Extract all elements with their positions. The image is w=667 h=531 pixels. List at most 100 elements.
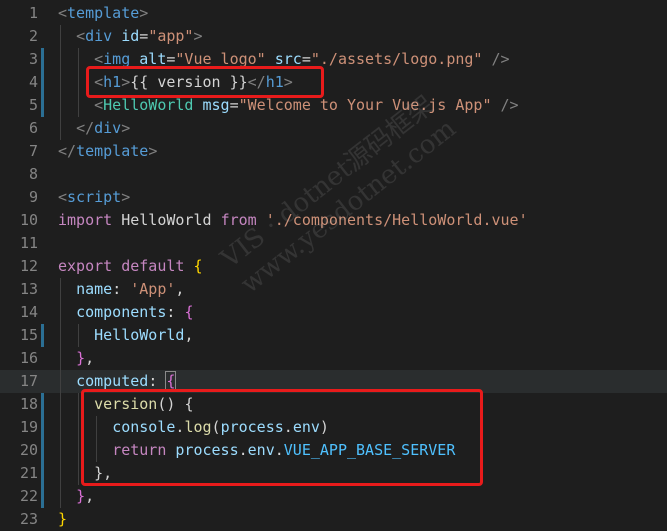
line-number: 14 xyxy=(19,303,38,321)
code-text: <template> xyxy=(58,2,148,25)
code-line[interactable]: 19 console.log(process.env) xyxy=(0,416,667,439)
code-line[interactable]: 13 name: 'App', xyxy=(0,278,667,301)
code-token: = xyxy=(301,50,311,68)
code-text: <h1>{{ version }}</h1> xyxy=(58,71,293,94)
code-line[interactable]: 7 </template> xyxy=(0,140,667,163)
code-token: div xyxy=(94,119,122,137)
code-line[interactable]: 8 xyxy=(0,163,667,186)
code-token: env xyxy=(247,441,275,459)
code-token: . xyxy=(274,441,284,459)
code-line[interactable]: 17 computed: { xyxy=(0,370,667,393)
code-token: export xyxy=(58,257,113,275)
code-line[interactable]: 12 export default { xyxy=(0,255,667,278)
code-token: > xyxy=(139,4,149,22)
line-number: 8 xyxy=(28,165,38,183)
code-text: <HelloWorld msg="Welcome to Your Vue.js … xyxy=(58,94,518,117)
code-token: div xyxy=(85,27,113,45)
code-token: ) xyxy=(319,418,329,436)
code-token: './components/HelloWorld.vue' xyxy=(265,211,528,229)
line-number: 6 xyxy=(28,119,38,137)
code-token: = xyxy=(139,27,149,45)
code-text: }, xyxy=(58,485,94,508)
code-token: process xyxy=(175,441,239,459)
code-token: img xyxy=(103,50,131,68)
code-text: components: { xyxy=(58,301,193,324)
code-line[interactable]: 2 <div id="app"> xyxy=(0,25,667,48)
code-text: name: 'App', xyxy=(58,278,184,301)
code-line[interactable]: 3 <img alt="Vue logo" src="./assets/logo… xyxy=(0,48,667,71)
line-number: 7 xyxy=(28,142,38,160)
code-token: "Welcome to Your Vue.js App" xyxy=(238,96,492,114)
git-change-bar xyxy=(41,71,44,94)
git-change-bar xyxy=(41,48,44,71)
code-line[interactable]: 5 <HelloWorld msg="Welcome to Your Vue.j… xyxy=(0,94,667,117)
code-token: > xyxy=(121,188,131,206)
code-line[interactable]: 1 <template> xyxy=(0,2,667,25)
code-token: { xyxy=(193,257,203,275)
code-token: return xyxy=(112,441,167,459)
code-text: <div id="app"> xyxy=(58,25,202,48)
code-line[interactable]: 20 return process.env.VUE_APP_BASE_SERVE… xyxy=(0,439,667,462)
code-token: id xyxy=(121,27,140,45)
line-number: 23 xyxy=(19,510,38,528)
line-number: 1 xyxy=(28,4,38,22)
code-token: : xyxy=(148,372,167,390)
git-change-bar xyxy=(41,324,44,347)
code-line[interactable]: 15 HelloWorld, xyxy=(0,324,667,347)
line-number: 2 xyxy=(28,27,38,45)
code-text: <img alt="Vue logo" src="./assets/logo.p… xyxy=(58,48,509,71)
line-number: 18 xyxy=(19,395,38,413)
line-number: 16 xyxy=(19,349,38,367)
code-token: </ xyxy=(58,142,77,160)
code-token: process xyxy=(220,418,284,436)
code-token: "app" xyxy=(148,27,194,45)
code-token: h1 xyxy=(103,73,122,91)
code-line[interactable]: 14 components: { xyxy=(0,301,667,324)
code-token: alt xyxy=(139,50,167,68)
code-line[interactable]: 4 <h1>{{ version }}</h1> xyxy=(0,71,667,94)
code-line[interactable]: 21 }, xyxy=(0,462,667,485)
code-token: ( xyxy=(211,418,221,436)
code-token: template xyxy=(67,4,140,22)
code-text: </template> xyxy=(58,140,157,163)
code-token: < xyxy=(94,50,104,68)
code-token: 'App' xyxy=(130,280,176,298)
code-line[interactable]: 16 }, xyxy=(0,347,667,370)
code-token: > xyxy=(148,142,158,160)
code-token: , xyxy=(85,487,95,505)
code-editor[interactable]: 1 <template> 2 <div id="app"> 3 <img alt="V… xyxy=(0,0,667,528)
code-line[interactable]: 10 import HelloWorld from './components/H… xyxy=(0,209,667,232)
code-token: () xyxy=(157,395,185,413)
code-token: env xyxy=(292,418,320,436)
code-token: import xyxy=(58,211,113,229)
code-line[interactable]: 22 }, xyxy=(0,485,667,508)
code-line[interactable]: 23} xyxy=(0,508,667,531)
line-number: 3 xyxy=(28,50,38,68)
code-token: HelloWorld xyxy=(94,326,185,344)
code-text: } xyxy=(58,508,67,531)
code-token: "Vue logo" xyxy=(175,50,266,68)
code-line[interactable]: 6 </div> xyxy=(0,117,667,140)
git-change-bar xyxy=(41,416,44,439)
code-line[interactable]: 11 xyxy=(0,232,667,255)
line-number: 15 xyxy=(19,326,38,344)
code-token: HelloWorld xyxy=(103,96,194,114)
code-text: export default { xyxy=(58,255,203,278)
code-line[interactable]: 9 <script> xyxy=(0,186,667,209)
code-token: } xyxy=(94,464,104,482)
code-text: import HelloWorld from './components/Hel… xyxy=(58,209,528,232)
code-text: <script> xyxy=(58,186,130,209)
line-number: 12 xyxy=(19,257,38,275)
line-number: 10 xyxy=(19,211,38,229)
code-line[interactable]: 18 version() { xyxy=(0,393,667,416)
